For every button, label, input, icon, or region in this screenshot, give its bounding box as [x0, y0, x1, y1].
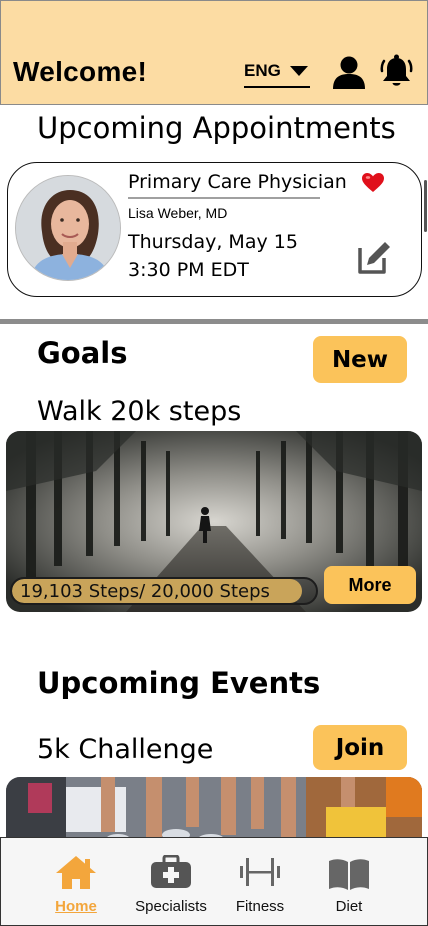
nav-label-home: Home: [55, 898, 97, 915]
notification-bell-icon[interactable]: [380, 54, 413, 89]
specialty-underline: [128, 197, 320, 199]
book-icon: [329, 859, 369, 890]
nav-item-specialists[interactable]: Specialists: [131, 838, 211, 926]
dumbbell-icon: [240, 858, 280, 886]
steps-progress-text: 19,103 Steps/ 20,000 Steps: [20, 581, 270, 602]
nav-label-diet: Diet: [335, 898, 363, 915]
appointment-card[interactable]: Primary Care Physician Lisa Weber, MD Th…: [7, 162, 422, 297]
app-header: Welcome! ENG: [0, 0, 428, 105]
events-title: Upcoming Events: [37, 666, 321, 700]
doctor-specialty: Primary Care Physician: [128, 171, 347, 193]
user-profile-icon[interactable]: [332, 55, 366, 89]
doctor-name: Lisa Weber, MD: [128, 205, 228, 221]
nav-label-fitness: Fitness: [235, 898, 285, 915]
steps-progress-bar: 19,103 Steps/ 20,000 Steps: [10, 577, 318, 605]
more-button[interactable]: More: [324, 566, 416, 604]
appointment-date: Thursday, May 15: [128, 231, 298, 253]
nav-label-specialists: Specialists: [135, 898, 207, 915]
appointment-time: 3:30 PM EDT: [128, 259, 249, 281]
medical-kit-icon: [151, 855, 191, 888]
nav-item-fitness[interactable]: Fitness: [231, 838, 289, 926]
bottom-nav: Home Specialists Fitness Diet: [0, 837, 428, 926]
caret-down-icon: [289, 66, 308, 76]
new-goal-button[interactable]: New: [313, 336, 407, 383]
goals-title: Goals: [37, 336, 128, 370]
nav-item-home[interactable]: Home: [47, 838, 105, 926]
goal-image: 19,103 Steps/ 20,000 Steps More: [6, 431, 422, 612]
doctor-avatar: [15, 175, 121, 281]
home-icon: [56, 856, 96, 889]
language-label: ENG: [244, 61, 281, 80]
welcome-title: Welcome!: [13, 56, 148, 87]
goal-name: Walk 20k steps: [37, 396, 242, 427]
event-name: 5k Challenge: [37, 734, 214, 765]
heart-icon[interactable]: [361, 172, 385, 193]
appointments-title: Upcoming Appointments: [37, 111, 396, 145]
nav-item-diet[interactable]: Diet: [323, 838, 375, 926]
edit-icon[interactable]: [357, 240, 391, 274]
join-event-button[interactable]: Join: [313, 725, 407, 770]
scrollbar-thumb[interactable]: [424, 180, 427, 232]
language-selector[interactable]: ENG: [244, 61, 310, 88]
section-divider: [0, 319, 428, 324]
